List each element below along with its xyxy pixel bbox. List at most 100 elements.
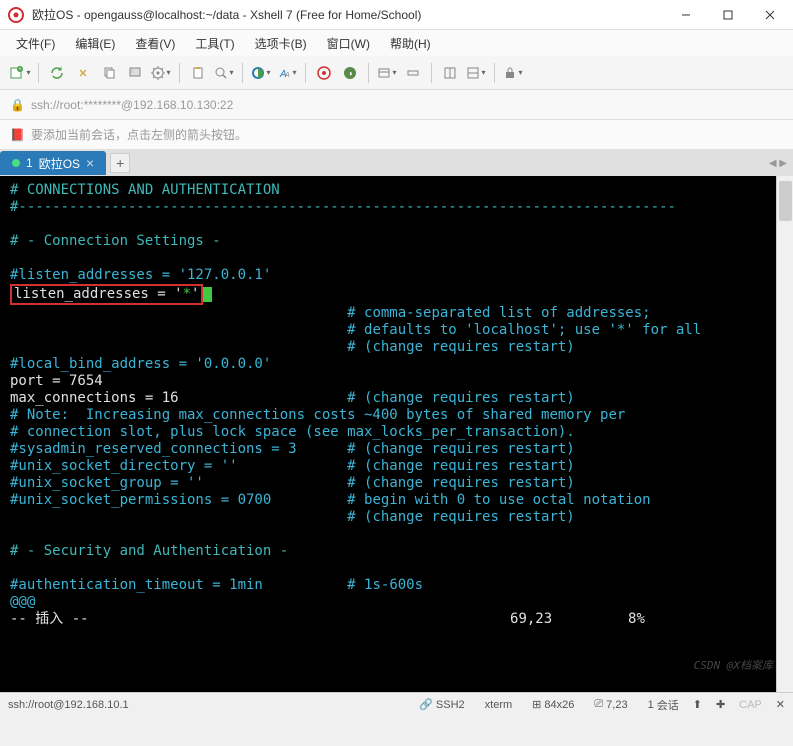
add-tab-button[interactable]: + [110, 153, 130, 173]
svg-text:+: + [19, 67, 23, 73]
config-comment: # (change requires restart) [347, 390, 575, 406]
address-bar: 🔒 ssh://root:********@192.168.10.130:22 [0, 90, 793, 120]
config-comment: # begin with 0 to use octal notation [347, 492, 650, 508]
menu-help[interactable]: 帮助(H) [382, 31, 439, 56]
reconnect-button[interactable] [45, 61, 69, 85]
tab-index: 1 [26, 156, 33, 170]
menu-tools[interactable]: 工具(T) [187, 31, 242, 56]
link-icon: 🔗 [419, 698, 433, 711]
separator [242, 63, 243, 83]
config-comment: # (change requires restart) [347, 458, 575, 474]
separator [305, 63, 306, 83]
status-bar: ssh://root@192.168.10.1 🔗SSH2 xterm ⊞84x… [0, 692, 793, 716]
terminal-area[interactable]: # CONNECTIONS AND AUTHENTICATION #------… [0, 176, 793, 692]
config-line: # Note: Increasing max_connections costs… [10, 407, 625, 423]
config-line: #sysadmin_reserved_connections = 3 [10, 441, 297, 457]
scrollbar[interactable] [776, 176, 793, 692]
disconnect-button[interactable] [71, 61, 95, 85]
separator [38, 63, 39, 83]
arrow-up-icon: ⬆ [693, 698, 702, 711]
new-session-button[interactable]: +▾ [8, 61, 32, 85]
tab-title: 欧拉OS [39, 155, 80, 172]
menu-file[interactable]: 文件(F) [8, 31, 63, 56]
lock-button[interactable]: ▾ [501, 61, 525, 85]
terminal-content: # CONNECTIONS AND AUTHENTICATION #------… [10, 182, 783, 628]
svg-text:◑: ◑ [348, 69, 353, 78]
status-sessions: 1 会话 [648, 697, 679, 713]
session-tab[interactable]: 1 欧拉OS × [0, 151, 106, 175]
config-comment: # (change requires restart) [347, 339, 575, 355]
config-line: #authentication_timeout = 1min [10, 577, 263, 593]
status-size: ⊞84x26 [532, 698, 574, 711]
config-line: #unix_socket_group = '' [10, 475, 204, 491]
config-line: # connection slot, plus lock space (see … [10, 424, 575, 440]
separator [179, 63, 180, 83]
toolbar: +▾ ▾ ▾ ▾ AA▾ ◑ ▾ ▾ ▾ [0, 56, 793, 90]
config-comment: # comma-separated list of addresses; [347, 305, 650, 321]
config-line: # - Connection Settings - [10, 233, 221, 249]
status-ssh: 🔗SSH2 [419, 698, 464, 711]
address-text[interactable]: ssh://root:********@192.168.10.130:22 [31, 98, 233, 112]
close-button[interactable] [755, 5, 785, 25]
window-titlebar: 欧拉OS - opengauss@localhost:~/data - Xshe… [0, 0, 793, 30]
status-nl: ⬆ [693, 698, 702, 711]
config-line: max_connections = 16 [10, 390, 179, 406]
config-line: #local_bind_address = '0.0.0.0' [10, 356, 271, 372]
editor-mode: -- 插入 -- [10, 611, 89, 627]
menu-edit[interactable]: 编辑(E) [67, 31, 123, 56]
compose-button[interactable]: ▾ [375, 61, 399, 85]
paste-button[interactable] [186, 61, 210, 85]
tab-bar: 1 欧拉OS × + ◀ ▶ [0, 150, 793, 176]
scroll-percent: 8% [628, 611, 645, 627]
config-line: #unix_socket_directory = '' [10, 458, 238, 474]
color-button[interactable]: ▾ [249, 61, 273, 85]
layout2-button[interactable]: ▾ [464, 61, 488, 85]
lock-icon: 🔒 [10, 98, 25, 112]
properties-button[interactable]: ▾ [149, 61, 173, 85]
font-button[interactable]: AA▾ [275, 61, 299, 85]
sessions-button[interactable] [123, 61, 147, 85]
watermark: CSDN @X档案库 [694, 657, 773, 674]
config-line: port = 7654 [10, 373, 103, 389]
separator [494, 63, 495, 83]
config-line: #unix_socket_permissions = 0700 [10, 492, 271, 508]
window-title: 欧拉OS - opengauss@localhost:~/data - Xshe… [32, 6, 671, 23]
tab-nav-arrows[interactable]: ◀ ▶ [769, 158, 787, 169]
maximize-button[interactable] [713, 5, 743, 25]
scroll-thumb[interactable] [779, 181, 792, 221]
info-text: 要添加当前会话，点击左侧的箭头按钮。 [31, 126, 247, 143]
tab-close-icon[interactable]: × [86, 155, 94, 171]
layout1-button[interactable] [438, 61, 462, 85]
window-controls [671, 5, 785, 25]
highlighted-setting: listen_addresses = '*' [10, 284, 203, 305]
cursor-icon [203, 287, 212, 302]
config-line: #---------------------------------------… [10, 199, 676, 215]
config-line: # - Security and Authentication - [10, 543, 288, 559]
status-x: ✕ [776, 698, 785, 711]
config-comment: # 1s-600s [347, 577, 423, 593]
cursor-position: 69,23 [510, 611, 552, 627]
xshell-icon[interactable] [312, 61, 336, 85]
grid-icon: ⊞ [532, 698, 541, 711]
tunnel-button[interactable] [401, 61, 425, 85]
xftp-icon[interactable]: ◑ [338, 61, 362, 85]
status-cap: CAP [739, 699, 762, 711]
menubar: 文件(F) 编辑(E) 查看(V) 工具(T) 选项卡(B) 窗口(W) 帮助(… [0, 30, 793, 56]
flag-icon[interactable]: 📕 [10, 128, 25, 142]
menu-tab[interactable]: 选项卡(B) [247, 31, 315, 56]
find-button[interactable]: ▾ [212, 61, 236, 85]
svg-text:A: A [284, 72, 290, 79]
separator [368, 63, 369, 83]
copy-button[interactable] [97, 61, 121, 85]
minimize-button[interactable] [671, 5, 701, 25]
plus-icon: ✚ [716, 698, 725, 711]
menu-view[interactable]: 查看(V) [127, 31, 183, 56]
config-comment: # (change requires restart) [347, 475, 575, 491]
status-term: xterm [485, 699, 513, 711]
config-comment: # (change requires restart) [347, 509, 575, 525]
menu-window[interactable]: 窗口(W) [319, 31, 378, 56]
config-comment: # (change requires restart) [347, 441, 575, 457]
config-line: @@@ [10, 594, 35, 610]
connected-dot-icon [12, 159, 20, 167]
config-comment: # defaults to 'localhost'; use '*' for a… [347, 322, 701, 338]
